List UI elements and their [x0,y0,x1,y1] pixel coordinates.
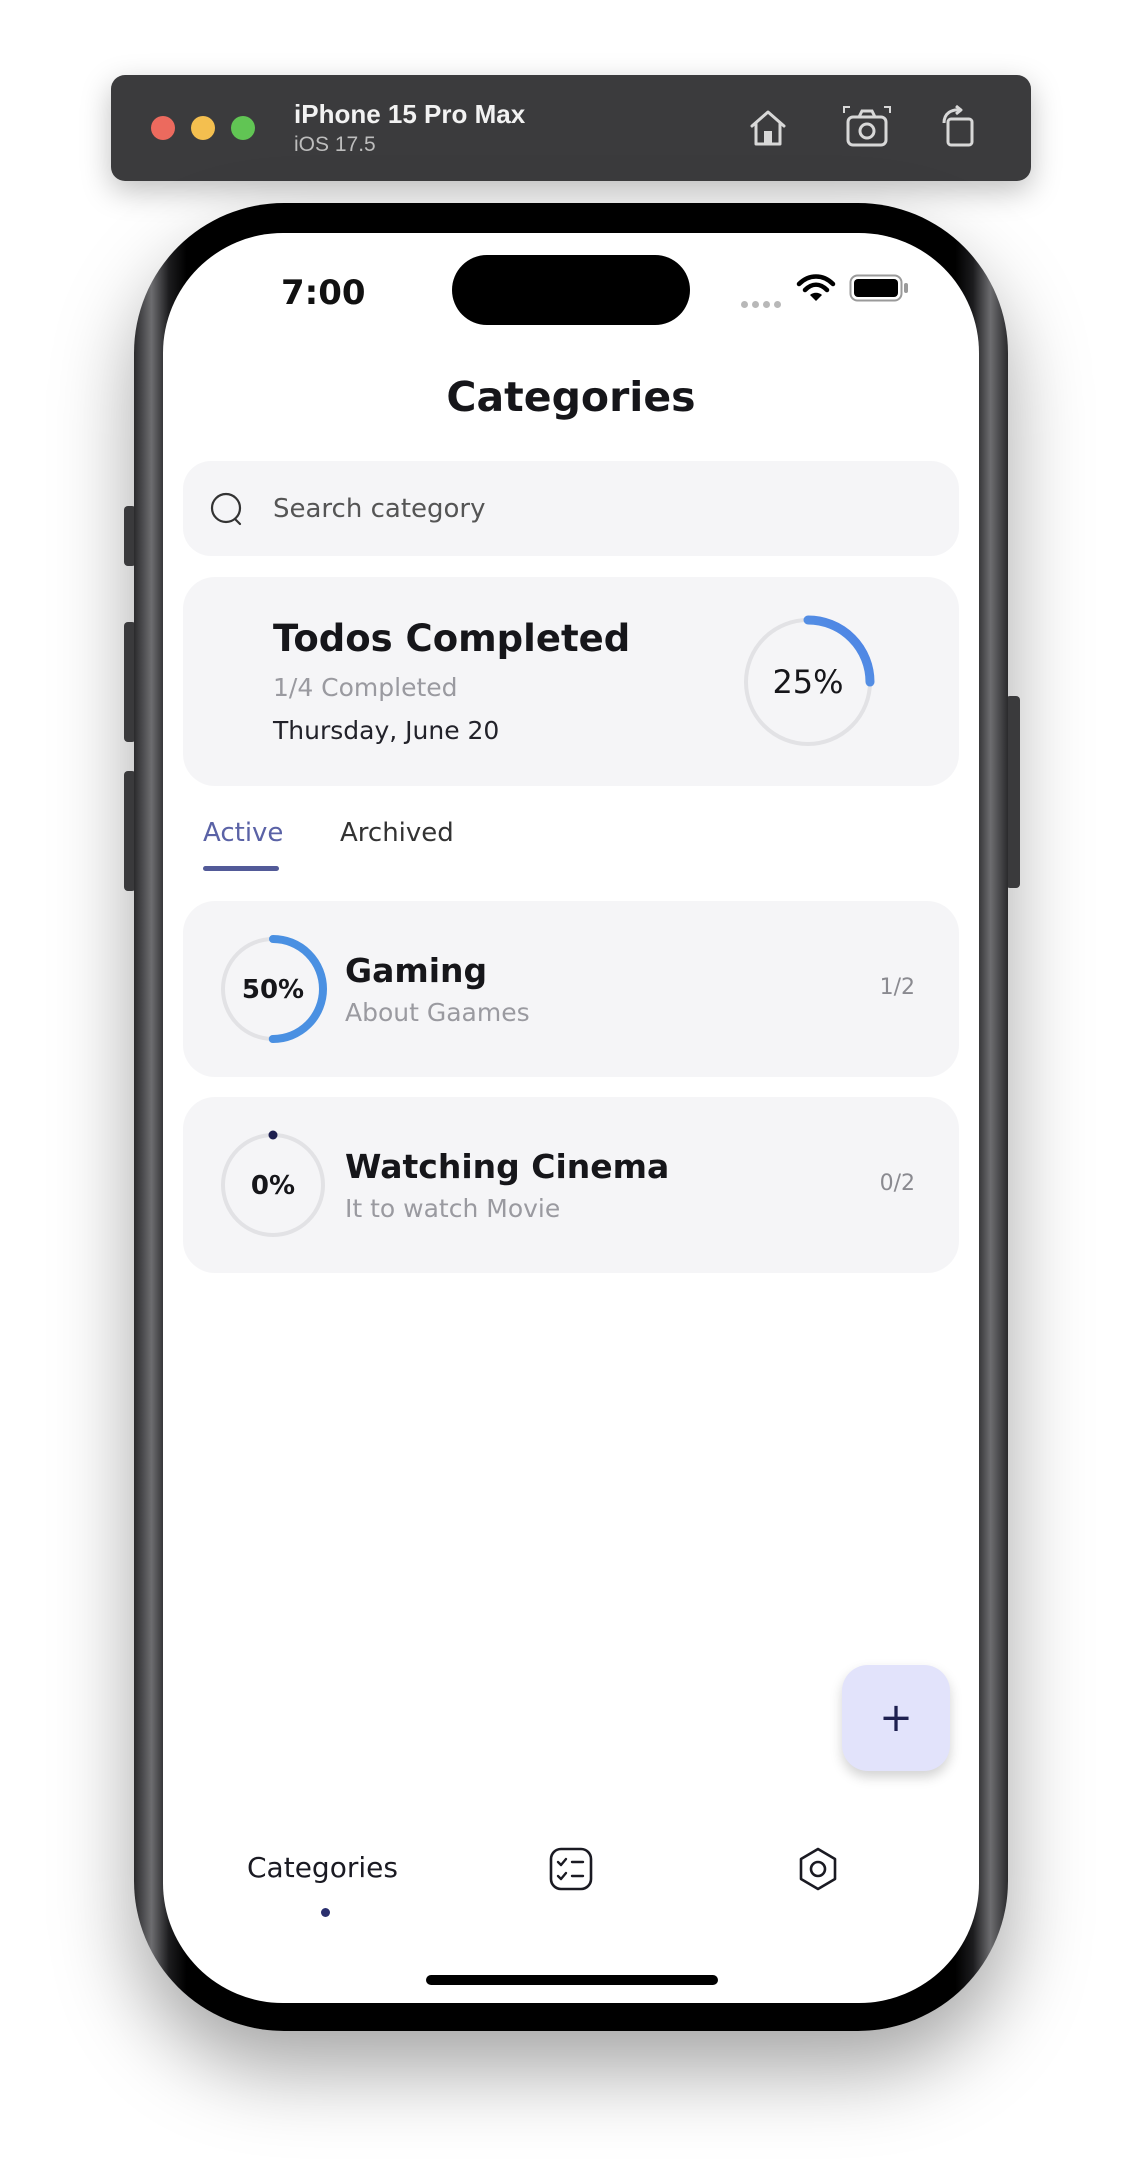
signal-icon [741,293,785,312]
screenshot-icon[interactable] [842,103,892,153]
tab-active[interactable]: Active [203,818,283,848]
search-bar[interactable] [183,461,959,556]
category-card-watching-cinema[interactable]: 0% Watching Cinema It to watch Movie 0/2 [183,1097,959,1273]
close-window-button[interactable] [151,116,175,140]
zoom-window-button[interactable] [231,116,255,140]
home-indicator [426,1975,718,1985]
simulator-toolbar: iPhone 15 Pro Max iOS 17.5 [111,75,1031,181]
search-input[interactable] [273,489,913,529]
category-percent-label: 50% [242,975,304,1005]
tab-active-indicator [203,866,279,871]
category-progress-ring: 50% [219,935,327,1043]
home-icon[interactable] [743,103,793,153]
category-progress-ring: 0% [221,1130,325,1237]
category-count: 0/2 [879,1171,915,1196]
page-title: Categories [446,373,696,421]
summary-progress-ring: 25% [741,615,875,749]
dynamic-island [452,255,690,325]
os-version: iOS 17.5 [294,133,376,156]
summary-date: Thursday, June 20 [273,716,500,745]
summary-percent-label: 25% [772,663,843,701]
category-description: It to watch Movie [345,1194,561,1223]
category-name: Gaming [345,951,488,990]
wifi-icon [796,274,836,301]
summary-title: Todos Completed [273,617,631,660]
category-name: Watching Cinema [345,1147,670,1186]
search-icon [210,492,242,526]
nav-item-categories[interactable]: Categories [247,1851,398,1884]
settings-icon[interactable] [793,1844,843,1894]
summary-progress-text: 1/4 Completed [273,673,458,702]
category-count: 1/2 [879,975,915,1000]
checklist-icon[interactable] [546,1844,596,1894]
add-category-button[interactable]: + [842,1665,950,1771]
category-description: About Gaames [345,998,530,1027]
rotate-icon[interactable] [934,103,984,153]
category-card-gaming[interactable]: 50% Gaming About Gaames 1/2 [183,901,959,1077]
status-time: 7:00 [281,273,366,313]
progress-start-dot [268,1130,278,1140]
nav-selected-indicator [321,1908,330,1917]
todos-summary-card: Todos Completed 1/4 Completed Thursday, … [183,577,959,786]
category-percent-label: 0% [251,1171,295,1201]
device-name: iPhone 15 Pro Max [294,99,526,129]
app-screen: 7:00 Categories Todos Completed 1/4 Comp… [163,233,979,2003]
power-button [1006,696,1020,888]
tab-archived[interactable]: Archived [340,818,454,848]
battery-icon [849,274,908,302]
minimize-window-button[interactable] [191,116,215,140]
